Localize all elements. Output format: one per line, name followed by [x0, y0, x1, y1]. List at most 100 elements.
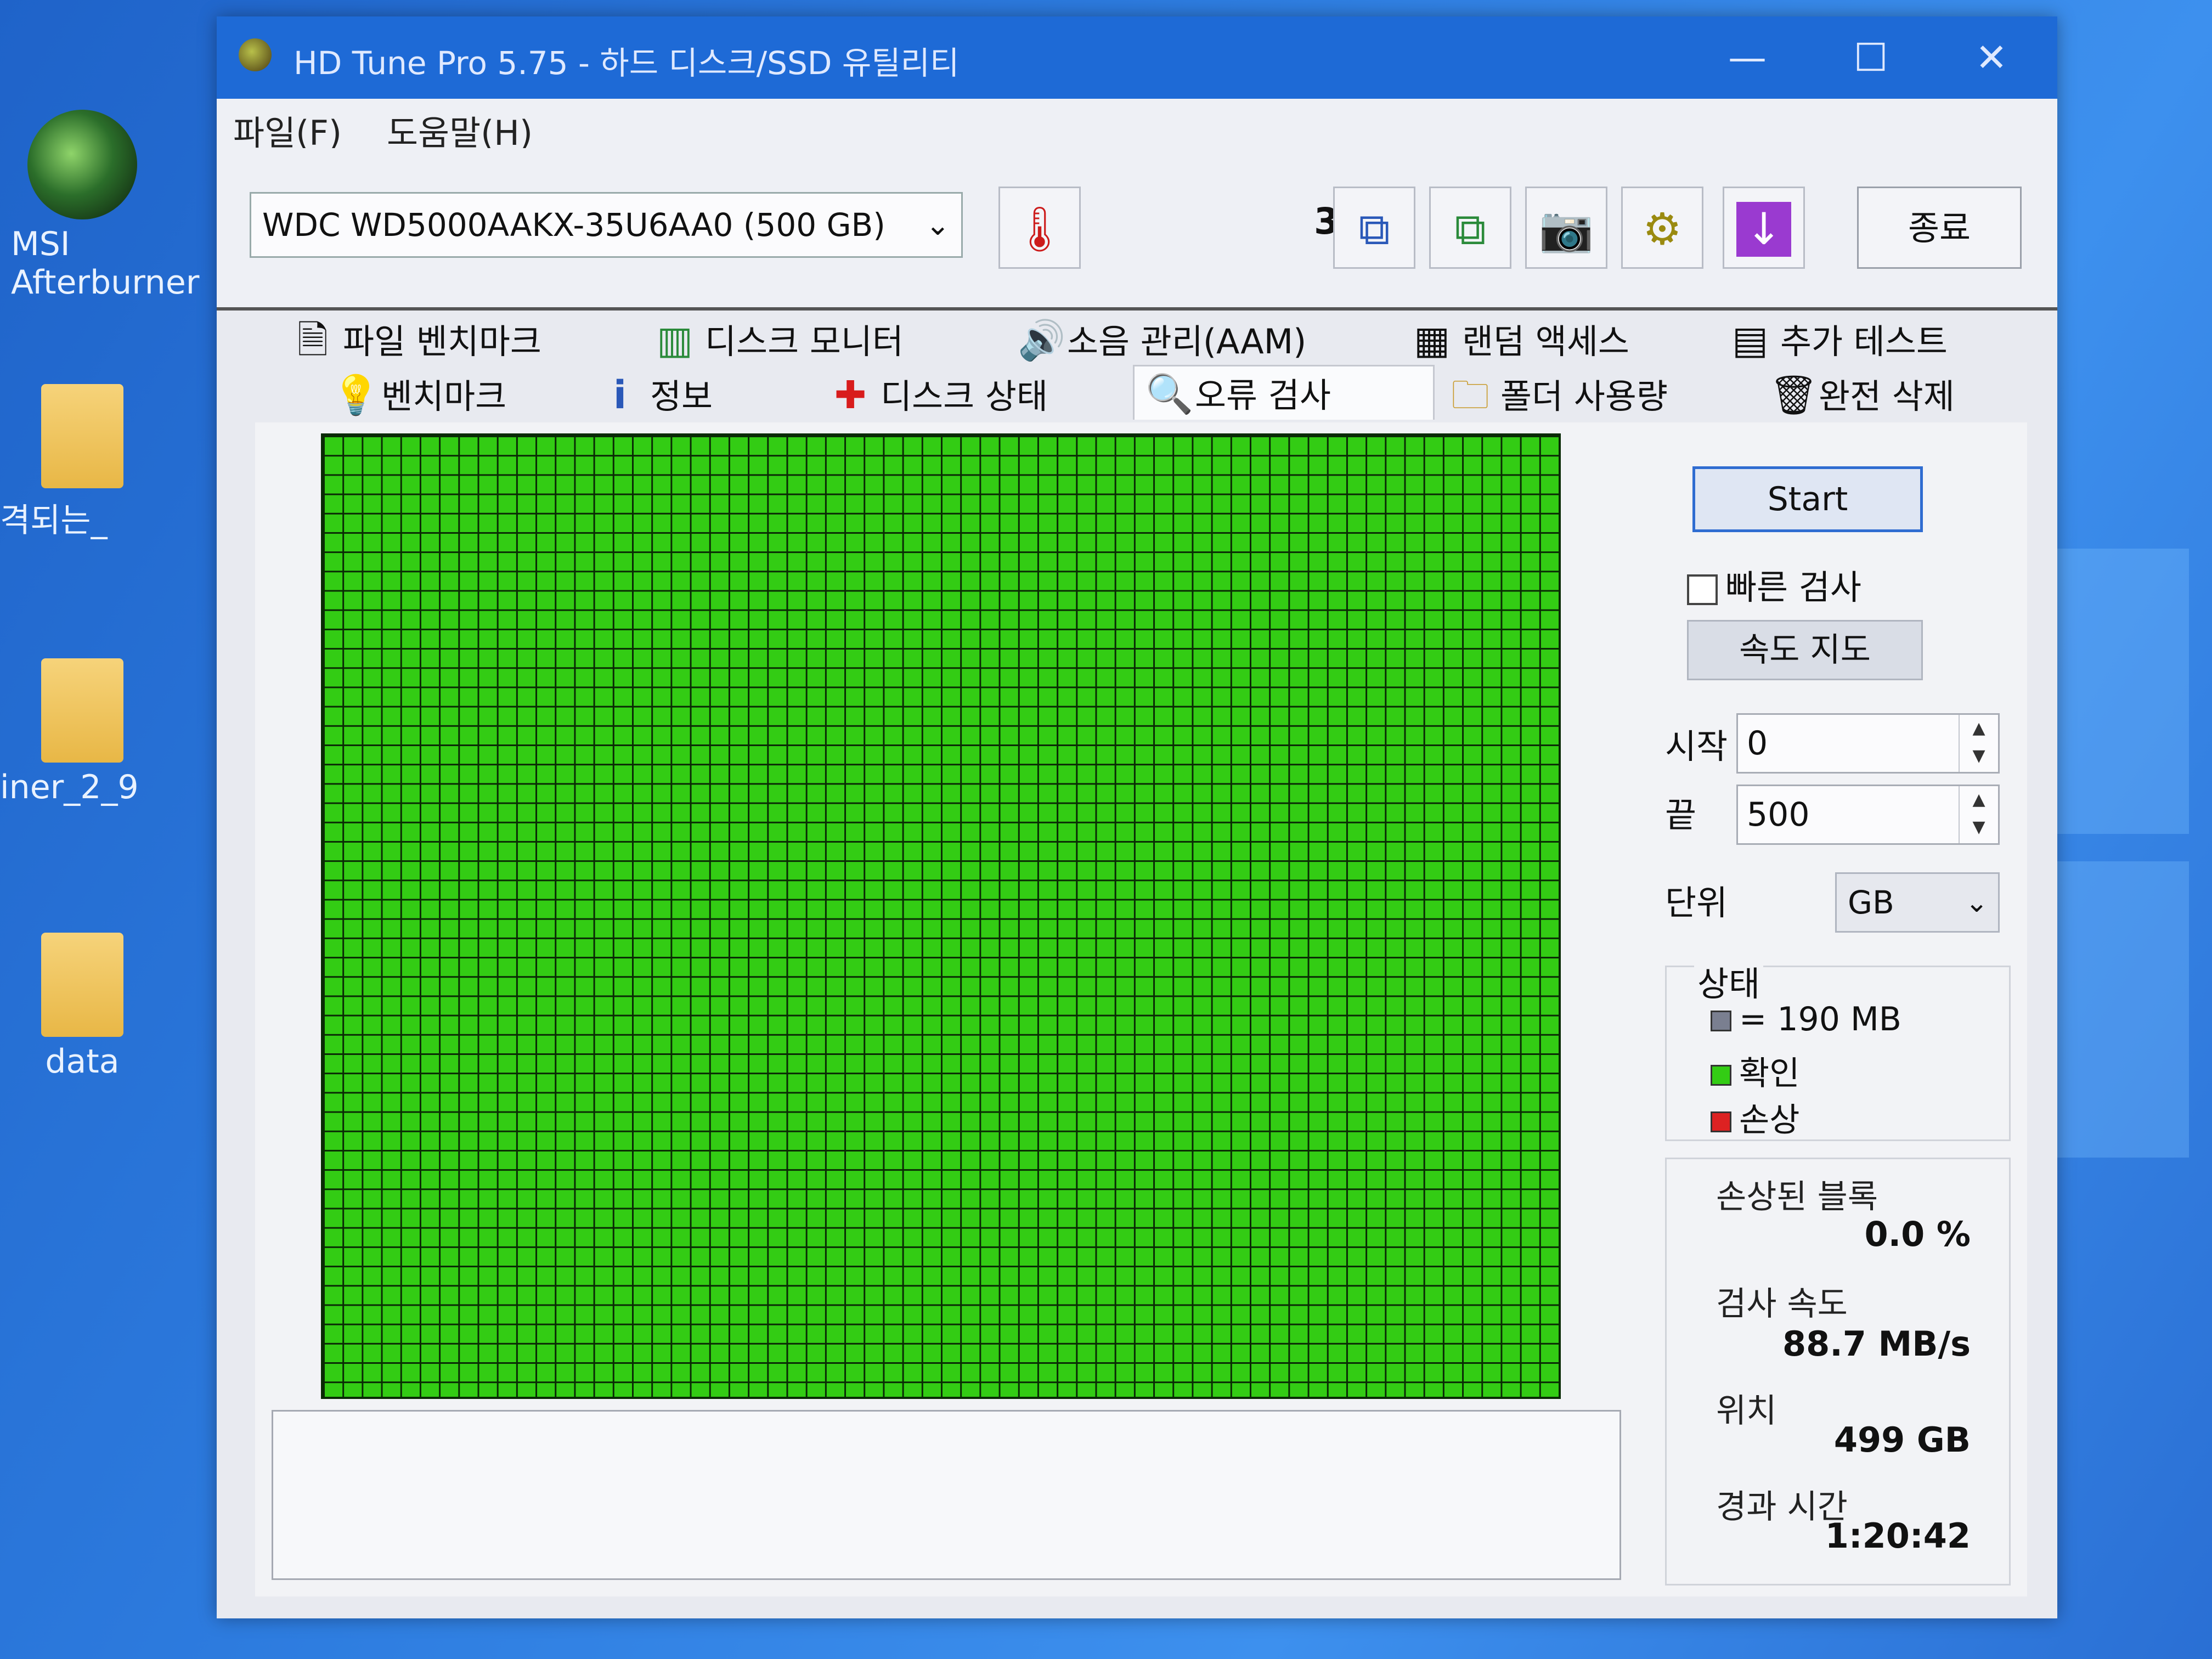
damaged-blocks-label: 손상된 블록 [1716, 1178, 1878, 1216]
end-field-label: 끝 [1665, 795, 1697, 835]
tab-health[interactable]: ✚ 디스크 상태 [831, 368, 1048, 422]
block-size-swatch [1711, 1011, 1731, 1032]
position-value: 499 GB [1833, 1420, 1971, 1460]
desktop-icon-folder-2[interactable]: iner_2_9 [0, 658, 165, 806]
start-field-value: 0 [1747, 724, 1768, 763]
desktop-icon-label: MSI Afterburner [11, 225, 200, 302]
tab-error-scan[interactable]: 🔍오류 검사 [1133, 365, 1435, 420]
unit-select[interactable]: GB ⌄ [1835, 872, 2000, 933]
tab-info[interactable]: i 정보 [601, 368, 713, 422]
windows-logo-pane [2057, 861, 2189, 1158]
ok-swatch [1711, 1065, 1731, 1086]
copy-all-button[interactable]: ⧉ [1429, 187, 1511, 269]
drive-select-value: WDC WD5000AAKX-35U6AA0 (500 GB) [262, 206, 885, 244]
maximize-button[interactable]: ☐ [1841, 33, 1901, 82]
close-button[interactable]: ✕ [1961, 33, 2022, 82]
folder-icon: 🗀 [1451, 373, 1489, 417]
tab-strip: 🗎 파일 벤치마크 ▥ 디스크 모니터 🔊소음 관리(AAM) ▦ 랜덤 액세스 ▤ 추… [250, 313, 2027, 428]
tab-disk-monitor[interactable]: ▥ 디스크 모니터 [656, 313, 904, 368]
menu-file[interactable]: 파일(F) [233, 105, 342, 155]
quick-scan-label: 빠른 검사 [1725, 567, 1861, 607]
lightbulb-icon: 💡 [332, 373, 380, 417]
status-legend-title: 상태 [1694, 956, 1764, 1006]
options-button[interactable]: ⚙ [1621, 187, 1703, 269]
tab-aam[interactable]: 🔊소음 관리(AAM) [1018, 313, 1306, 368]
desktop-icon-msi-afterburner[interactable]: MSI Afterburner [0, 110, 200, 302]
toolbar: WDC WD5000AAKX-35U6AA0 (500 GB) ⌄ 🌡 31℃ … [217, 148, 2057, 311]
app-icon [239, 38, 272, 71]
end-field-value: 500 [1747, 795, 1810, 834]
random-access-icon: ▦ [1413, 318, 1451, 363]
chevron-down-icon: ⌄ [1965, 887, 1988, 918]
info-icon: i [613, 373, 627, 417]
stats-group: 손상된 블록 0.0 % 검사 속도 88.7 MB/s 위치 499 GB 경… [1665, 1158, 2011, 1585]
menu-help[interactable]: 도움말(H) [387, 105, 533, 155]
tab-label: 정보 [650, 376, 713, 416]
tab-file-benchmark[interactable]: 🗎 파일 벤치마크 [294, 313, 541, 368]
error-scan-controls: Start 빠른 검사 속도 지도 시작 0 ▲ ▼ 끝 500 ▲ ▼ 단위 GB… [1660, 422, 2022, 1585]
unit-label: 단위 [1665, 883, 1728, 923]
unit-select-value: GB [1848, 884, 1894, 921]
desktop-icon-folder-1[interactable]: 격되는_ [0, 384, 165, 541]
desktop-icon-label: 격되는_ [0, 501, 108, 540]
temperature-button[interactable]: 🌡 [998, 187, 1081, 269]
tab-label: 벤치마크 [381, 376, 507, 416]
folder-icon [41, 384, 123, 488]
copy-icon: ⧉ [1358, 204, 1390, 255]
spinner-arrows-icon[interactable]: ▲ ▼ [1959, 786, 1998, 843]
title-bar[interactable]: HD Tune Pro 5.75 - 하드 디스크/SSD 유틸리티 — ☐ ✕ [217, 16, 2057, 99]
tab-secure-erase[interactable]: 🗑완전 삭제 [1769, 368, 1955, 422]
speed-map-button[interactable]: 속도 지도 [1687, 620, 1923, 680]
legend-ok: 확인 [1711, 1047, 1799, 1094]
desktop-icon-label: data [45, 1042, 120, 1081]
legend-damaged: 손상 [1711, 1093, 1799, 1141]
folder-icon [41, 658, 123, 763]
folder-icon [41, 933, 123, 1037]
magnifier-icon: 🔍 [1146, 371, 1194, 416]
scan-speed-value: 88.7 MB/s [1782, 1324, 1971, 1364]
menu-bar: 파일(F) 도움말(H) [217, 99, 2057, 153]
speaker-icon: 🔊 [1018, 318, 1066, 363]
file-benchmark-icon: 🗎 [297, 318, 329, 363]
scan-speed-label: 검사 속도 [1716, 1285, 1848, 1323]
tab-folder-usage[interactable]: 🗀 폴더 사용량 [1451, 368, 1668, 422]
start-field-label: 시작 [1665, 726, 1728, 766]
tab-random-access[interactable]: ▦ 랜덤 액세스 [1413, 313, 1629, 368]
start-field[interactable]: 0 ▲ ▼ [1736, 713, 2000, 774]
drive-select[interactable]: WDC WD5000AAKX-35U6AA0 (500 GB) ⌄ [250, 192, 963, 258]
tab-label: 폴더 사용량 [1500, 376, 1668, 416]
save-icon: ↓ [1736, 202, 1791, 257]
trash-icon: 🗑 [1769, 373, 1818, 417]
tab-label: 소음 관리(AAM) [1067, 321, 1307, 362]
legend-damaged-text: 손상 [1739, 1101, 1800, 1139]
camera-icon: 📷 [1539, 204, 1594, 255]
log-box [272, 1410, 1621, 1580]
tab-extra-tests[interactable]: ▤ 추가 테스트 [1731, 313, 1948, 368]
window-title: HD Tune Pro 5.75 - 하드 디스크/SSD 유틸리티 [294, 44, 960, 82]
msi-afterburner-icon [27, 110, 137, 219]
screenshot-button[interactable]: 📷 [1525, 187, 1607, 269]
tab-benchmark[interactable]: 💡벤치마크 [332, 368, 506, 422]
tab-label: 파일 벤치마크 [343, 321, 541, 362]
exit-button[interactable]: 종료 [1857, 187, 2022, 269]
legend-block-size: = 190 MB [1711, 1000, 1901, 1039]
copy-info-button[interactable]: ⧉ [1333, 187, 1415, 269]
tab-label: 완전 삭제 [1819, 376, 1955, 416]
end-field[interactable]: 500 ▲ ▼ [1736, 785, 2000, 845]
status-legend-group: 상태 = 190 MB 확인 손상 [1665, 956, 2011, 1141]
spinner-arrows-icon[interactable]: ▲ ▼ [1959, 715, 1998, 772]
tab-label: 랜덤 액세스 [1462, 321, 1629, 362]
save-button[interactable]: ↓ [1723, 187, 1805, 269]
block-map [321, 433, 1561, 1399]
desktop-icon-folder-data[interactable]: data [0, 933, 165, 1081]
start-button[interactable]: Start [1692, 466, 1923, 532]
red-cross-icon: ✚ [834, 373, 867, 417]
minimize-button[interactable]: — [1717, 33, 1778, 82]
hdtune-window: HD Tune Pro 5.75 - 하드 디스크/SSD 유틸리티 — ☐ ✕… [217, 16, 2057, 1618]
quick-scan-checkbox[interactable]: 빠른 검사 [1687, 560, 1861, 609]
checkbox-box[interactable] [1687, 574, 1718, 605]
windows-logo-pane [2057, 549, 2189, 834]
legend-ok-text: 확인 [1739, 1054, 1800, 1093]
tab-label: 디스크 모니터 [705, 321, 904, 362]
damaged-swatch [1711, 1111, 1731, 1133]
